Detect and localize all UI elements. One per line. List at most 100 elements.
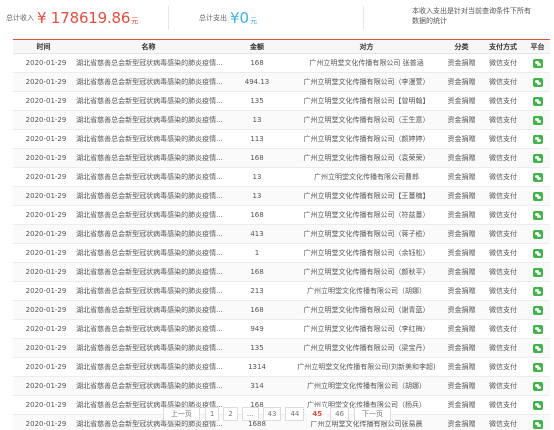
row-name: 湖北省慈善总会新型冠状病毒感染的肺炎疫情... xyxy=(74,319,223,339)
summary-bar: 总计收入 ¥ 178619.86 元 总计支出 ¥0 元 本收入支出是针对当前查… xyxy=(0,0,554,38)
row-category: 资金捐赠 xyxy=(442,167,481,187)
next-page-button[interactable]: 下一页 xyxy=(354,407,392,421)
row-amount: 135 xyxy=(223,91,291,111)
row-name: 湖北省慈善总会新型冠状病毒感染的肺炎疫情... xyxy=(74,148,223,168)
pagination: 上一页 1 2 ... 43 44 45 46 下一页 xyxy=(0,406,554,422)
prev-page-button[interactable]: 上一页 xyxy=(162,407,200,421)
row-date: 2020-01-29 xyxy=(13,262,74,282)
row-name: 湖北省慈善总会新型冠状病毒感染的肺炎疫情... xyxy=(74,129,223,149)
row-date: 2020-01-29 xyxy=(13,224,74,244)
wechat-icon xyxy=(532,362,543,372)
row-amount: 13 xyxy=(223,167,291,187)
row-amount: 1 xyxy=(223,243,291,263)
table-row: 2020-01-29 湖北省慈善总会新型冠状病毒感染的肺炎疫情... 135 广州立明… xyxy=(13,91,550,111)
row-payment-method: 微信支付 xyxy=(481,148,525,168)
wechat-icon xyxy=(532,153,543,163)
row-category: 资金捐赠 xyxy=(442,91,481,111)
row-platform xyxy=(525,319,550,339)
table-row: 2020-01-29 湖北省慈善总会新型冠状病毒感染的肺炎疫情... 168 广州立明… xyxy=(13,148,550,168)
row-payment-method: 微信支付 xyxy=(481,110,525,130)
page-46-button[interactable]: 46 xyxy=(330,407,350,421)
wechat-icon xyxy=(532,115,543,125)
row-party: 广州立明堂文化传播有限公司【曾明翰】 xyxy=(291,91,442,111)
table-row: 2020-01-29 湖北省慈善总会新型冠状病毒感染的肺炎疫情... 1314 广州立… xyxy=(13,357,550,377)
row-payment-method: 微信支付 xyxy=(481,186,525,206)
row-name: 湖北省慈善总会新型冠状病毒感染的肺炎疫情... xyxy=(74,281,223,301)
row-category: 资金捐赠 xyxy=(442,224,481,244)
row-category: 资金捐赠 xyxy=(442,243,481,263)
row-platform xyxy=(525,357,550,377)
row-name: 湖北省慈善总会新型冠状病毒感染的肺炎疫情... xyxy=(74,186,223,206)
page-2-button[interactable]: 2 xyxy=(223,407,238,421)
row-category: 资金捐赠 xyxy=(442,338,481,358)
income-amount: 178619.86 xyxy=(50,9,131,27)
row-payment-method: 微信支付 xyxy=(481,243,525,263)
divider xyxy=(363,6,364,30)
wechat-icon xyxy=(532,96,543,106)
row-platform xyxy=(525,300,550,320)
column-header-amount: 金额 xyxy=(223,39,291,54)
row-payment-method: 微信支付 xyxy=(481,319,525,339)
row-date: 2020-01-29 xyxy=(13,91,74,111)
row-platform xyxy=(525,148,550,168)
row-date: 2020-01-29 xyxy=(13,243,74,263)
wechat-icon xyxy=(532,305,543,315)
row-name: 湖北省慈善总会新型冠状病毒感染的肺炎疫情... xyxy=(74,53,223,73)
row-party: 广州立明堂文化传播有限公司（李漫萱） xyxy=(291,72,442,92)
row-date: 2020-01-29 xyxy=(13,319,74,339)
wechat-icon xyxy=(532,343,543,353)
wechat-icon xyxy=(532,134,543,144)
wechat-icon xyxy=(532,267,543,277)
wechat-icon xyxy=(532,172,543,182)
row-platform xyxy=(525,167,550,187)
table-row: 2020-01-29 湖北省慈善总会新型冠状病毒感染的肺炎疫情... 168 广州立明… xyxy=(13,205,550,225)
records-table: 时间 名称 金额 对方 分类 支付方式 平台 2020-01-29 湖北省慈善总会… xyxy=(13,39,550,430)
row-date: 2020-01-29 xyxy=(13,300,74,320)
page-ellipsis: ... xyxy=(241,407,259,421)
page-44-button[interactable]: 44 xyxy=(285,407,305,421)
wechat-icon xyxy=(532,286,543,296)
row-party: 广州立明堂文化传播有限公司（胡娜） xyxy=(291,281,442,301)
row-party: 广州立明堂文化传播有限公司（谢青蓝） xyxy=(291,300,442,320)
row-party: 广州立明堂文化传播有限公司（梁宝丹） xyxy=(291,338,442,358)
row-amount: 168 xyxy=(223,148,291,168)
row-amount: 13 xyxy=(223,110,291,130)
row-date: 2020-01-29 xyxy=(13,376,74,396)
expense-amount: 0 xyxy=(239,9,250,27)
row-date: 2020-01-29 xyxy=(13,338,74,358)
row-amount: 168 xyxy=(223,205,291,225)
row-name: 湖北省慈善总会新型冠状病毒感染的肺炎疫情... xyxy=(74,300,223,320)
row-name: 湖北省慈善总会新型冠状病毒感染的肺炎疫情... xyxy=(74,72,223,92)
row-date: 2020-01-29 xyxy=(13,205,74,225)
row-category: 资金捐赠 xyxy=(442,262,481,282)
page-1-button[interactable]: 1 xyxy=(204,407,220,421)
row-amount: 314 xyxy=(223,376,291,396)
row-platform xyxy=(525,110,550,130)
income-summary: 总计收入 ¥ 178619.86 元 xyxy=(6,0,138,36)
row-category: 资金捐赠 xyxy=(442,281,481,301)
wechat-icon xyxy=(532,229,543,239)
row-party: 广州立明堂文化传播有限公司（符兹蔓） xyxy=(291,205,442,225)
row-name: 湖北省慈善总会新型冠状病毒感染的肺炎疫情... xyxy=(74,262,223,282)
row-platform xyxy=(525,224,550,244)
row-payment-method: 微信支付 xyxy=(481,167,525,187)
row-party: 广州立明堂文化传播有限公司（李红梅） xyxy=(291,319,442,339)
table-row: 2020-01-29 湖北省慈善总会新型冠状病毒感染的肺炎疫情... 213 广州立明… xyxy=(13,281,550,301)
row-date: 2020-01-29 xyxy=(13,110,74,130)
row-category: 资金捐赠 xyxy=(442,376,481,396)
row-platform xyxy=(525,72,550,92)
row-amount: 168 xyxy=(223,53,291,73)
divider xyxy=(168,6,169,30)
table-row: 2020-01-29 湖北省慈善总会新型冠状病毒感染的肺炎疫情... 113 广州立明… xyxy=(13,129,550,149)
row-party: 广州立明堂文化传播有限公司（颜秋平） xyxy=(291,262,442,282)
wechat-icon xyxy=(532,248,543,258)
column-header-party: 对方 xyxy=(291,39,442,54)
row-payment-method: 微信支付 xyxy=(481,129,525,149)
row-payment-method: 微信支付 xyxy=(481,53,525,73)
page-43-button[interactable]: 43 xyxy=(262,407,282,421)
row-category: 资金捐赠 xyxy=(442,72,481,92)
row-date: 2020-01-29 xyxy=(13,148,74,168)
table-row: 2020-01-29 湖北省慈善总会新型冠状病毒感染的肺炎疫情... 949 广州立明… xyxy=(13,319,550,339)
row-date: 2020-01-29 xyxy=(13,53,74,73)
row-name: 湖北省慈善总会新型冠状病毒感染的肺炎疫情... xyxy=(74,243,223,263)
